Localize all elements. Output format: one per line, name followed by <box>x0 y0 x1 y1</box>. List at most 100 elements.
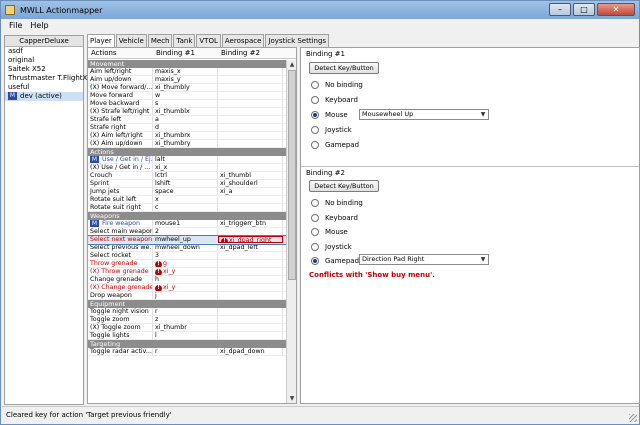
tab-mech[interactable]: Mech <box>147 34 173 47</box>
table-row[interactable]: (X) Throw grenade! xi_y <box>88 268 286 276</box>
tab-player[interactable]: Player <box>87 34 115 48</box>
column-header-actions[interactable]: Actions <box>88 48 153 58</box>
section-header[interactable]: Actions <box>88 148 286 156</box>
radio-button-icon[interactable] <box>311 199 319 207</box>
binding-1-cell[interactable]: xi_thumbrx <box>153 132 218 139</box>
binding-1-cell[interactable]: j <box>153 292 218 299</box>
binding1-option-joystick[interactable]: Joystick <box>311 125 352 135</box>
table-row[interactable]: Aim up/down maxis_y <box>88 76 286 84</box>
action-cell[interactable]: M Fire weapon <box>88 220 153 227</box>
binding-1-cell[interactable]: mwheel_up <box>153 236 218 243</box>
action-cell[interactable]: (X) Toggle zoom <box>88 324 153 331</box>
resize-grip-icon[interactable] <box>629 414 637 422</box>
scrollbar-thumb[interactable] <box>288 70 296 280</box>
binding-1-cell[interactable]: d <box>153 124 218 131</box>
close-button[interactable]: ✕ <box>597 3 635 16</box>
radio-button-icon[interactable] <box>311 213 319 222</box>
binding-1-cell[interactable]: 3 <box>153 252 218 259</box>
binding-1-cell[interactable]: ! g <box>153 260 218 267</box>
binding-2-cell[interactable] <box>218 84 283 91</box>
minimize-button[interactable]: – <box>549 3 571 16</box>
table-row[interactable]: Strafe left a <box>88 116 286 124</box>
scroll-down-icon[interactable]: ▼ <box>287 394 296 403</box>
binding2-option-gamepad[interactable]: Gamepad <box>311 256 359 266</box>
action-cell[interactable]: Move forward <box>88 92 153 99</box>
action-cell[interactable]: Select previous we... <box>88 244 153 251</box>
action-cell[interactable]: (X) Throw grenade <box>88 268 153 275</box>
binding-1-cell[interactable]: w <box>153 92 218 99</box>
binding2-option-keyboard[interactable]: Keyboard <box>311 213 358 223</box>
binding-1-cell[interactable]: lctrl <box>153 172 218 179</box>
radio-button-icon[interactable] <box>311 228 319 236</box>
table-row[interactable]: Drop weapon j <box>88 292 286 300</box>
action-cell[interactable]: Rotate suit right <box>88 204 153 211</box>
binding-1-cell[interactable]: c <box>153 204 218 211</box>
binding-2-cell[interactable]: xi_a <box>218 188 283 195</box>
binding-2-select[interactable]: Direction Pad Right ▼ <box>359 254 489 265</box>
binding-1-cell[interactable]: h <box>153 276 218 283</box>
action-cell[interactable]: Change grenade <box>88 276 153 283</box>
binding-2-cell[interactable]: xi_triggerr_btn <box>218 220 283 227</box>
binding1-option-mouse[interactable]: Mouse <box>311 110 348 120</box>
table-row[interactable]: Aim left/right maxis_x <box>88 68 286 76</box>
binding-2-cell[interactable] <box>218 116 283 123</box>
action-cell[interactable]: Drop weapon <box>88 292 153 299</box>
action-cell[interactable]: (X) Move forward/... <box>88 84 153 91</box>
profile-item[interactable]: original <box>5 56 83 65</box>
table-row[interactable]: (X) Use / Get in / ... xi_x <box>88 164 286 172</box>
action-cell[interactable]: (X) Change grenade <box>88 284 153 291</box>
table-row[interactable]: Toggle radar activ... r xi_dpad_down <box>88 348 286 356</box>
binding-2-cell[interactable]: xi_dpad_left <box>218 244 283 251</box>
binding-2-cell[interactable] <box>218 164 283 171</box>
binding2-option-joystick[interactable]: Joystick <box>311 242 352 252</box>
action-cell[interactable]: Toggle night vision <box>88 308 153 315</box>
table-row[interactable]: Select next weapon mwheel_up! xi_dpad_righ… <box>88 235 287 245</box>
binding-1-cell[interactable]: s <box>153 100 218 107</box>
action-cell[interactable]: Select rocket <box>88 252 153 259</box>
binding-1-cell[interactable]: r <box>153 348 218 355</box>
table-row[interactable]: Select rocket 3 <box>88 252 286 260</box>
action-cell[interactable]: Select next weapon <box>88 236 153 243</box>
table-row[interactable]: Toggle lights l <box>88 332 286 340</box>
binding-1-cell[interactable]: l <box>153 332 218 339</box>
binding-1-cell[interactable]: xi_thumbly <box>153 84 218 91</box>
table-row[interactable]: Strafe right d <box>88 124 286 132</box>
binding2-option-mouse[interactable]: Mouse <box>311 227 348 237</box>
tab-vtol[interactable]: VTOL <box>196 34 221 47</box>
table-row[interactable]: Change grenade h <box>88 276 286 284</box>
detect-key-button-1[interactable]: Detect Key/Button <box>309 62 379 74</box>
tab-aerospace[interactable]: Aerospace <box>221 34 265 47</box>
action-cell[interactable]: Jump jets <box>88 188 153 195</box>
binding-2-cell[interactable] <box>218 332 283 339</box>
binding-1-cell[interactable]: lshift <box>153 180 218 187</box>
radio-button-icon[interactable] <box>311 257 319 265</box>
action-cell[interactable]: Crouch <box>88 172 153 179</box>
binding-1-cell[interactable]: xi_thumbry <box>153 140 218 147</box>
binding-1-cell[interactable]: mwheel_down <box>153 244 218 251</box>
action-cell[interactable]: Strafe right <box>88 124 153 131</box>
profile-item[interactable]: asdf <box>5 47 83 56</box>
profile-item[interactable]: Mdev (active) <box>5 92 83 101</box>
menu-help[interactable]: Help <box>30 21 48 30</box>
profile-item[interactable]: useful <box>5 83 83 92</box>
action-cell[interactable]: Throw grenade <box>88 260 153 267</box>
section-header[interactable]: Weapons <box>88 212 286 220</box>
binding-2-cell[interactable] <box>218 76 283 83</box>
profile-list-header[interactable]: CapperDeluxe <box>5 36 83 47</box>
binding1-option-gamepad[interactable]: Gamepad <box>311 140 359 150</box>
binding-2-cell[interactable] <box>218 316 283 323</box>
binding-1-cell[interactable]: x <box>153 196 218 203</box>
binding-2-cell[interactable] <box>218 100 283 107</box>
binding-1-cell[interactable]: xi_thumbr <box>153 324 218 331</box>
binding-2-cell[interactable] <box>218 268 283 275</box>
section-header[interactable]: Equipment <box>88 300 286 308</box>
binding-1-cell[interactable]: r <box>153 308 218 315</box>
binding-1-cell[interactable]: maxis_x <box>153 68 218 75</box>
binding1-option-keyboard[interactable]: Keyboard <box>311 95 358 105</box>
section-header[interactable]: Movement <box>88 60 286 68</box>
table-row[interactable]: Crouch lctrl xi_thumbl <box>88 172 286 180</box>
tab-vehicle[interactable]: Vehicle <box>115 34 147 47</box>
table-row[interactable]: Sprint lshift xi_shoulderl <box>88 180 286 188</box>
binding-2-cell[interactable] <box>218 140 283 147</box>
table-row[interactable]: Throw grenade! g <box>88 260 286 268</box>
